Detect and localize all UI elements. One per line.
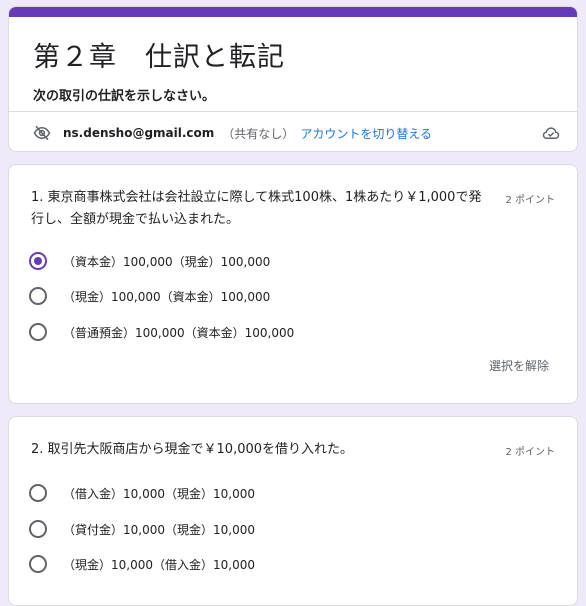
- question-card-2: 2. 取引先大阪商店から現金で￥10,000を借り入れた。 2 ポイント （借入…: [8, 416, 578, 606]
- eye-off-icon: [33, 125, 51, 141]
- form-description: 次の取引の仕訳を示しなさい。: [33, 89, 216, 104]
- option-radio[interactable]: （借入金）10,000（現金）10,000: [29, 481, 255, 505]
- form-title: 第２章 仕訳と転記: [33, 42, 285, 73]
- option-label: （現金）10,000（借入金）10,000: [63, 557, 255, 572]
- question-points: 2 ポイント: [505, 447, 555, 458]
- switch-account-link[interactable]: アカウントを切り替える: [300, 125, 432, 142]
- radio-unchecked-icon[interactable]: [29, 484, 47, 502]
- question-card-1: 1. 東京商事株式会社は会社設立に際して株式100株、1株あたり￥1,000で発…: [8, 164, 578, 404]
- option-label: （普通預金）100,000（資本金）100,000: [63, 325, 295, 340]
- radio-unchecked-icon[interactable]: [29, 520, 47, 538]
- question-text: 1. 東京商事株式会社は会社設立に際して株式100株、1株あたり￥1,000で発…: [31, 190, 482, 227]
- account-row: ns.densho@gmail.com （共有なし） アカウントを切り替える: [31, 119, 561, 147]
- question-points: 2 ポイント: [505, 195, 555, 206]
- option-radio[interactable]: （資本金）100,000（現金）100,000: [29, 249, 270, 273]
- radio-unchecked-icon[interactable]: [29, 323, 47, 341]
- radio-checked-icon[interactable]: [29, 252, 47, 270]
- option-label: （資本金）100,000（現金）100,000: [63, 254, 271, 269]
- option-radio[interactable]: （貸付金）10,000（現金）10,000: [29, 517, 255, 541]
- shared-status: （共有なし）: [222, 126, 295, 141]
- form-header-card: 第２章 仕訳と転記 次の取引の仕訳を示しなさい。 ns.densho@gmail…: [8, 6, 578, 152]
- header-divider: [9, 111, 577, 112]
- option-radio[interactable]: （現金）10,000（借入金）10,000: [29, 552, 255, 576]
- question-text: 2. 取引先大阪商店から現金で￥10,000を借り入れた。: [31, 442, 354, 457]
- clear-selection-button[interactable]: 選択を解除: [489, 357, 549, 374]
- header-accent-bar: [9, 7, 577, 17]
- option-radio[interactable]: （普通預金）100,000（資本金）100,000: [29, 320, 294, 344]
- account-email: ns.densho@gmail.com: [63, 126, 215, 140]
- radio-unchecked-icon[interactable]: [29, 287, 47, 305]
- option-label: （現金）100,000（資本金）100,000: [63, 289, 271, 304]
- radio-unchecked-icon[interactable]: [29, 555, 47, 573]
- option-label: （借入金）10,000（現金）10,000: [63, 486, 255, 501]
- cloud-save-icon[interactable]: [541, 124, 561, 142]
- option-radio[interactable]: （現金）100,000（資本金）100,000: [29, 284, 270, 308]
- option-label: （貸付金）10,000（現金）10,000: [63, 522, 255, 537]
